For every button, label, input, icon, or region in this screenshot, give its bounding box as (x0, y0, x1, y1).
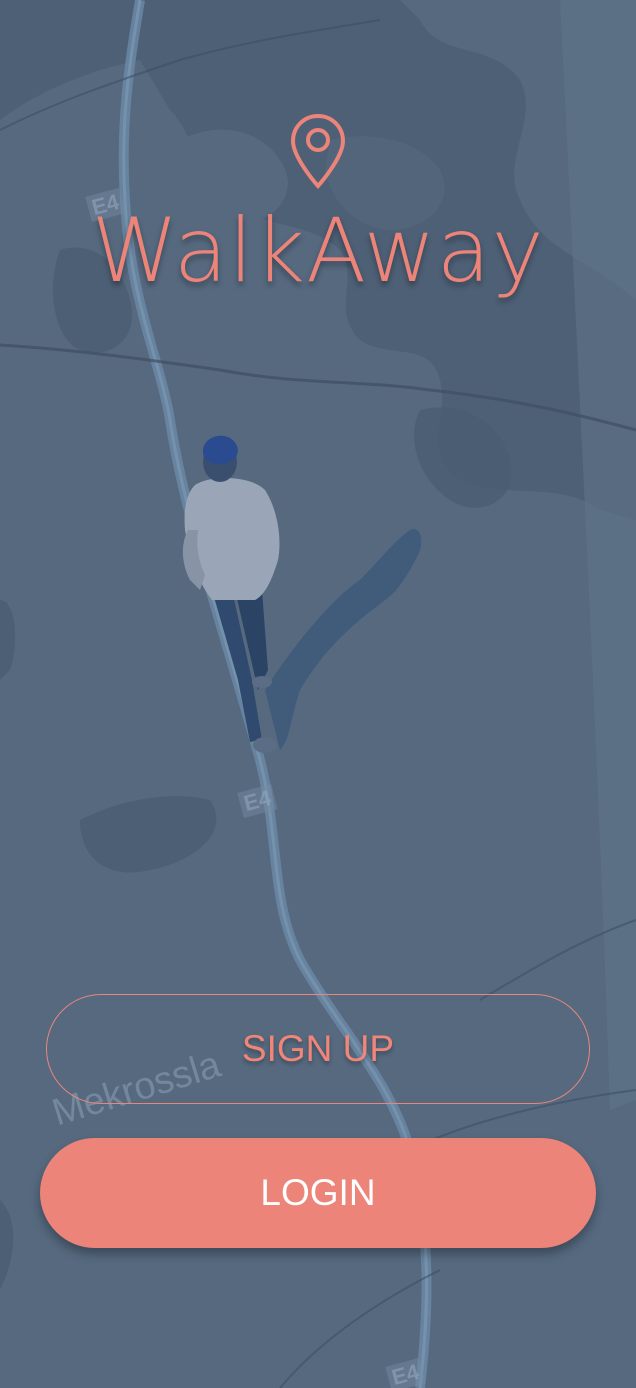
app-title: WalkAway (91, 199, 545, 302)
welcome-screen: E4 E4 E4 Mekrossla WalkAway SIGN UP LOGI… (0, 0, 636, 1388)
map-pin-icon (290, 113, 346, 190)
signup-button[interactable]: SIGN UP (46, 994, 590, 1104)
login-button[interactable]: LOGIN (40, 1138, 596, 1248)
